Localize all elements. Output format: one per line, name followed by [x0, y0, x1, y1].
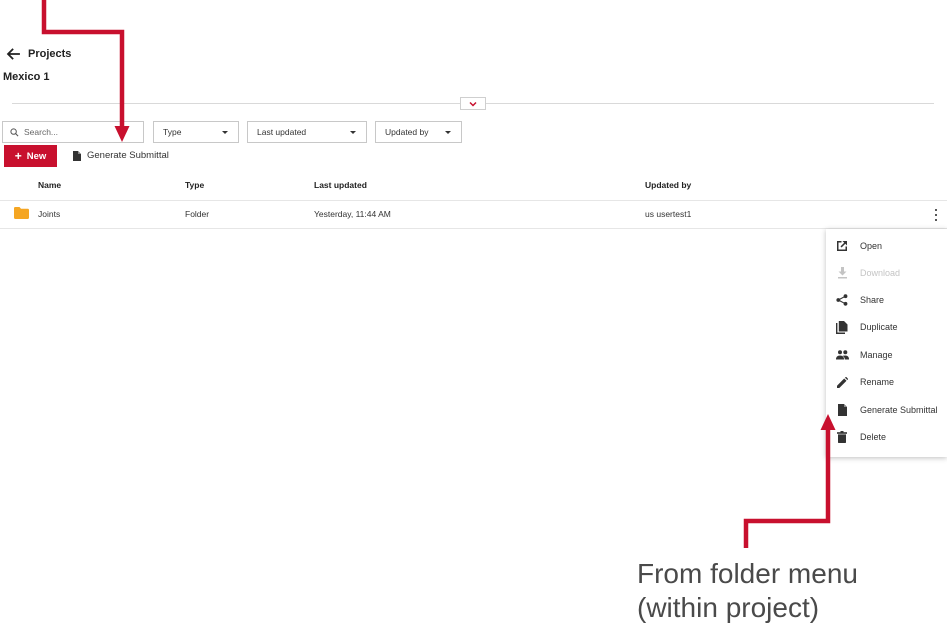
- row-last-updated: Yesterday, 11:44 AM: [314, 209, 391, 219]
- menu-callout-arrow: [743, 414, 836, 548]
- manage-users-icon: [835, 350, 849, 360]
- menu-item-open[interactable]: Open: [826, 236, 947, 256]
- caret-down-icon: [222, 130, 228, 134]
- generate-submittal-button[interactable]: Generate Submittal: [73, 150, 169, 161]
- search-input[interactable]: [24, 127, 134, 137]
- row-name[interactable]: Joints: [38, 209, 60, 219]
- folder-context-menu: Open Download Share Duplicate Manage Ren…: [826, 229, 947, 457]
- download-icon: [837, 267, 847, 279]
- search-field[interactable]: [2, 121, 144, 143]
- back-to-projects-link[interactable]: Projects: [6, 47, 71, 61]
- search-icon: [10, 127, 19, 136]
- folder-icon: [14, 207, 29, 219]
- new-button[interactable]: + New: [4, 145, 57, 167]
- annotation-caption: From folder menu (within project): [637, 557, 858, 625]
- row-divider: [0, 228, 947, 229]
- share-icon: [836, 294, 848, 306]
- row-more-options-icon[interactable]: [933, 209, 939, 221]
- updated-by-filter-label: Updated by: [385, 127, 429, 137]
- header-row-divider: [0, 200, 947, 201]
- project-title: Mexico 1: [3, 71, 50, 83]
- trash-icon: [837, 431, 847, 443]
- menu-item-download[interactable]: Download: [826, 263, 947, 283]
- annotation-arrows: [41, 0, 836, 548]
- menu-item-label: Generate Submittal: [860, 405, 938, 415]
- duplicate-icon: [836, 320, 848, 334]
- plus-icon: +: [14, 149, 22, 163]
- back-label: Projects: [28, 48, 72, 60]
- back-arrow-icon: [6, 48, 20, 60]
- menu-item-label: Download: [860, 268, 901, 278]
- column-header-updated-by[interactable]: Updated by: [645, 180, 691, 190]
- type-filter-label: Type: [163, 127, 182, 137]
- pencil-icon: [836, 376, 848, 388]
- menu-item-label: Rename: [860, 377, 895, 387]
- menu-item-label: Duplicate: [860, 322, 898, 332]
- menu-item-duplicate[interactable]: Duplicate: [826, 317, 947, 337]
- row-updated-by: us usertest1: [645, 209, 692, 219]
- updated-by-filter-select[interactable]: Updated by: [375, 121, 462, 143]
- chevron-down-icon: [469, 101, 477, 107]
- menu-item-label: Share: [860, 295, 885, 305]
- menu-item-generate-submittal[interactable]: Generate Submittal: [826, 400, 947, 420]
- menu-item-share[interactable]: Share: [826, 290, 947, 310]
- generate-submittal-label: Generate Submittal: [87, 150, 169, 161]
- new-button-label: New: [26, 150, 47, 162]
- menu-item-label: Delete: [860, 432, 887, 442]
- last-updated-filter-select[interactable]: Last updated: [247, 121, 367, 143]
- caret-down-icon: [445, 130, 451, 134]
- column-header-last-updated[interactable]: Last updated: [314, 180, 367, 190]
- document-icon: [73, 150, 81, 161]
- column-header-name[interactable]: Name: [38, 180, 61, 190]
- open-external-icon: [837, 241, 847, 251]
- menu-item-rename[interactable]: Rename: [826, 372, 947, 392]
- menu-item-label: Manage: [860, 350, 893, 360]
- collapse-toggle-button[interactable]: [460, 97, 486, 110]
- row-type: Folder: [185, 209, 210, 219]
- type-filter-select[interactable]: Type: [153, 121, 239, 143]
- menu-item-label: Open: [860, 241, 883, 251]
- last-updated-filter-label: Last updated: [257, 127, 307, 137]
- annotation-line-2: (within project): [637, 592, 820, 623]
- menu-item-delete[interactable]: Delete: [826, 427, 947, 447]
- caret-down-icon: [350, 130, 356, 134]
- annotation-line-1: From folder menu: [637, 558, 858, 589]
- document-icon: [837, 404, 847, 416]
- column-header-type[interactable]: Type: [185, 180, 204, 190]
- menu-item-manage[interactable]: Manage: [826, 345, 947, 365]
